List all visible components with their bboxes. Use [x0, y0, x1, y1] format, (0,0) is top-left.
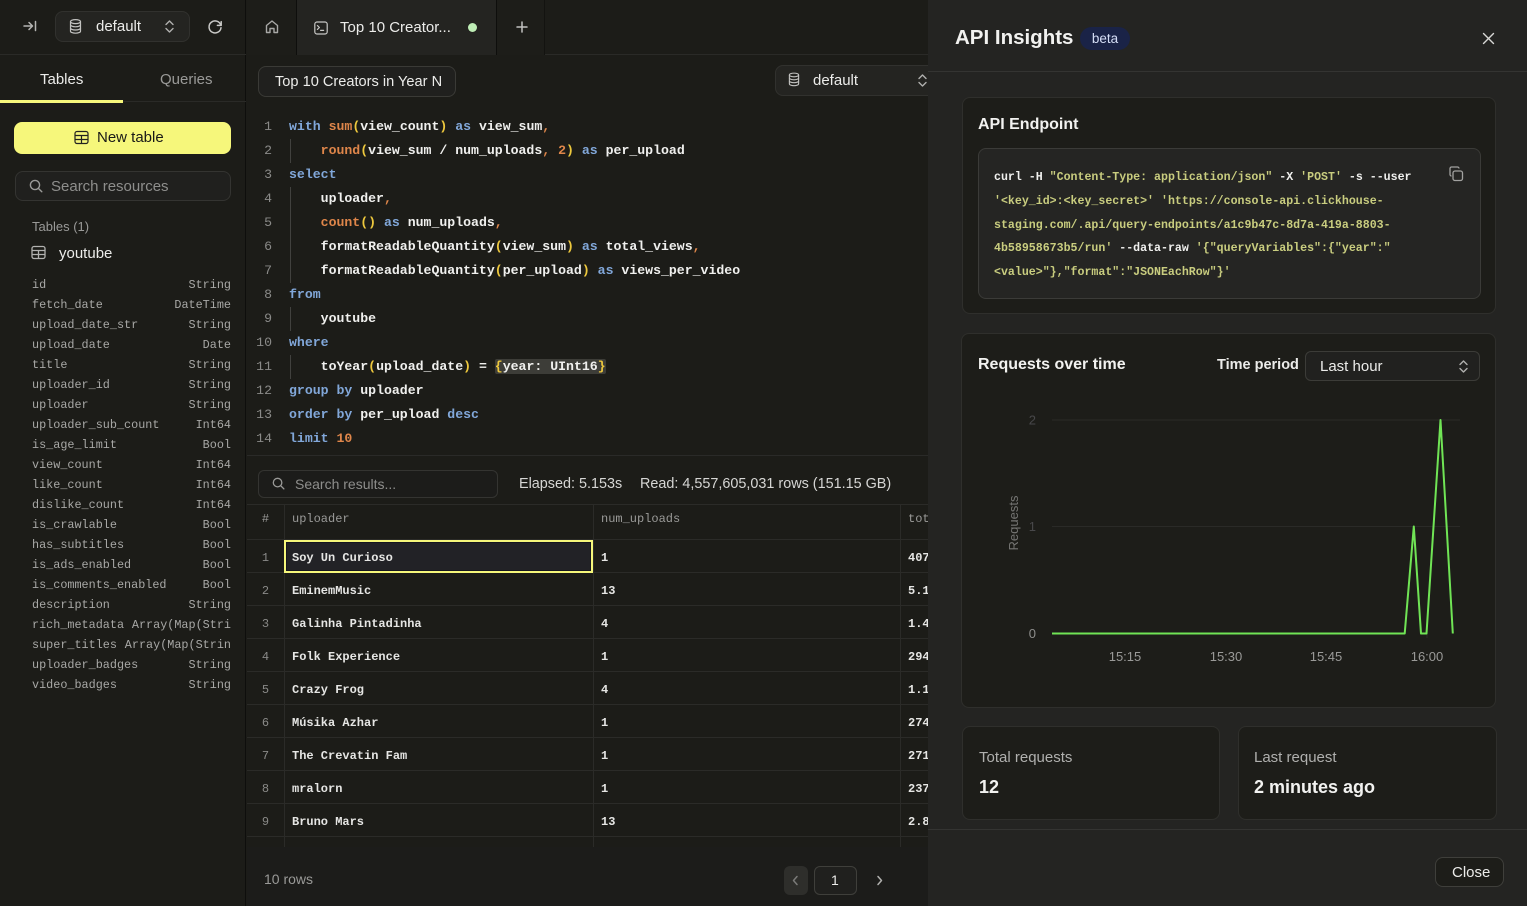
svg-text:Requests: Requests — [1006, 495, 1021, 550]
svg-text:2: 2 — [1029, 413, 1036, 428]
svg-text:0: 0 — [1029, 626, 1036, 641]
svg-text:1: 1 — [1029, 519, 1036, 534]
svg-text:16:00: 16:00 — [1411, 649, 1444, 664]
svg-text:15:30: 15:30 — [1210, 649, 1243, 664]
svg-text:15:45: 15:45 — [1310, 649, 1343, 664]
svg-text:15:15: 15:15 — [1109, 649, 1142, 664]
